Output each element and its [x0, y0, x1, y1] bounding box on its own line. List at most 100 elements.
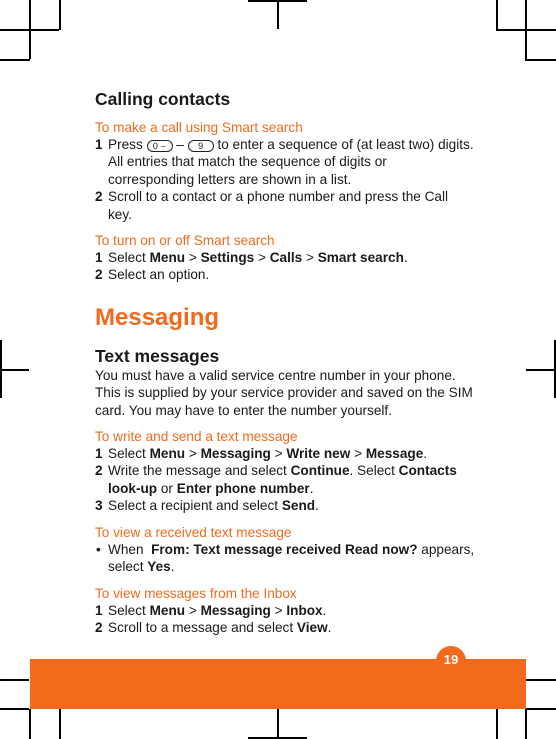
option-enter-phone-number: Enter phone number	[176, 480, 310, 496]
option-continue: Continue	[290, 463, 350, 479]
chapter-title-messaging: Messaging	[95, 303, 220, 331]
menu-path-menu: Menu	[149, 250, 186, 266]
write-steps: 1 Select Menu > Messaging > Write new > …	[95, 445, 475, 515]
crop-mark	[59, 709, 61, 739]
menu-path-messaging: Messaging	[200, 602, 271, 618]
menu-path-inbox: Inbox	[286, 602, 323, 618]
step: 1 Select Menu > Settings > Calls > Smart…	[95, 249, 475, 266]
step: 2 Select an option.	[95, 266, 475, 283]
path-separator: >	[257, 250, 266, 266]
menu-path-menu: Menu	[149, 446, 186, 462]
step-number: 2	[95, 189, 103, 205]
step-text: Write the message and select	[108, 463, 287, 479]
subheading-view-inbox: To view messages from the Inbox	[95, 585, 297, 601]
section-title-text-messages: Text messages	[95, 345, 220, 366]
page-content: Calling contacts To make a call using Sm…	[95, 88, 475, 636]
dash: –	[176, 137, 184, 152]
path-separator: >	[274, 602, 283, 618]
menu-path-smart-search: Smart search	[317, 250, 404, 266]
option-yes: Yes	[147, 559, 171, 575]
notification-text: From: Text message received Read now?	[151, 541, 418, 557]
step: 3 Select a recipient and select Send.	[95, 497, 475, 514]
crop-mark	[0, 679, 29, 681]
period: .	[170, 559, 175, 575]
text-messages-intro: You must have a valid service centre num…	[95, 367, 473, 418]
inbox-steps: 1 Select Menu > Messaging > Inbox. 2 Scr…	[95, 602, 475, 637]
crop-mark	[525, 59, 556, 61]
menu-path-messaging: Messaging	[200, 446, 271, 462]
step-text: or	[160, 480, 173, 496]
menu-path-message: Message	[365, 446, 424, 462]
section-title-calling-contacts: Calling contacts	[95, 89, 231, 109]
period: .	[327, 619, 332, 635]
toggle-steps: 1 Select Menu > Settings > Calls > Smart…	[95, 249, 475, 284]
subheading-toggle-smart-search: To turn on or off Smart search	[95, 233, 275, 249]
path-separator: >	[188, 446, 197, 462]
crop-mark	[277, 709, 279, 738]
bullet-icon: •	[96, 541, 101, 557]
step-text: . Select	[349, 463, 395, 479]
subheading-smart-call: To make a call using Smart search	[95, 120, 303, 135]
path-separator: >	[354, 446, 363, 462]
period: .	[309, 480, 314, 496]
step-number: 1	[95, 602, 103, 618]
smart-call-steps: 1 Press 0 ⌣ – 9 to enter a sequence of (…	[95, 136, 475, 223]
step: 2 Scroll to a message and select View.	[95, 619, 475, 636]
page-number: 19	[436, 646, 466, 670]
step-number: 1	[95, 137, 103, 152]
step-text: Select	[108, 250, 146, 266]
step-text: Scroll to a contact or a phone number an…	[108, 189, 449, 222]
step-number: 2	[95, 267, 103, 283]
crop-mark	[526, 679, 556, 681]
step: 1 Select Menu > Messaging > Write new > …	[95, 445, 475, 462]
step: 1 Select Menu > Messaging > Inbox.	[95, 602, 475, 619]
step-number: 1	[95, 250, 103, 266]
list-item: • When From: Text message received Read …	[95, 541, 475, 576]
step-number: 2	[95, 463, 103, 479]
path-separator: >	[306, 250, 314, 266]
option-send: Send	[281, 498, 316, 514]
menu-path-calls: Calls	[269, 250, 303, 266]
step-text: Select an option.	[108, 267, 210, 283]
step-text: Select	[108, 602, 146, 618]
step-text: When	[108, 541, 144, 557]
step: 2 Scroll to a contact or a phone number …	[95, 188, 475, 223]
step: 1 Press 0 ⌣ – 9 to enter a sequence of (…	[95, 136, 475, 188]
received-list: • When From: Text message received Read …	[95, 541, 475, 576]
step-number: 3	[95, 498, 103, 514]
crop-mark	[0, 59, 30, 61]
path-separator: >	[274, 446, 283, 462]
crop-mark	[496, 29, 556, 31]
path-separator: >	[188, 602, 197, 618]
crop-mark	[248, 737, 307, 739]
crop-mark	[496, 0, 498, 30]
step-number: 1	[95, 446, 103, 462]
subheading-write-send: To write and send a text message	[95, 429, 298, 445]
crop-mark	[526, 369, 556, 371]
crop-mark	[496, 709, 498, 739]
subheading-view-received: To view a received text message	[95, 524, 292, 540]
crop-mark	[277, 0, 279, 29]
step-text: Press	[108, 137, 143, 152]
menu-path-menu: Menu	[149, 602, 186, 618]
crop-mark	[0, 708, 29, 710]
step-text: Scroll to a message and select	[108, 619, 294, 635]
period: .	[322, 602, 327, 618]
crop-mark	[526, 708, 556, 710]
step-text: Select a recipient and select	[108, 498, 279, 514]
path-separator: >	[188, 250, 197, 266]
period: .	[423, 446, 428, 462]
key-9-icon: 9	[187, 140, 214, 152]
crop-mark	[59, 0, 61, 30]
key-0-icon: 0 ⌣	[146, 140, 173, 152]
step: 2 Write the message and select Continue.…	[95, 462, 475, 497]
option-view: View	[296, 619, 328, 635]
crop-mark	[0, 29, 59, 31]
step-text: Select	[108, 446, 146, 462]
period: .	[403, 250, 408, 266]
crop-mark	[525, 709, 527, 739]
menu-path-write-new: Write new	[286, 446, 351, 462]
menu-path-settings: Settings	[200, 250, 255, 266]
crop-mark	[29, 709, 31, 739]
crop-mark	[0, 369, 29, 371]
